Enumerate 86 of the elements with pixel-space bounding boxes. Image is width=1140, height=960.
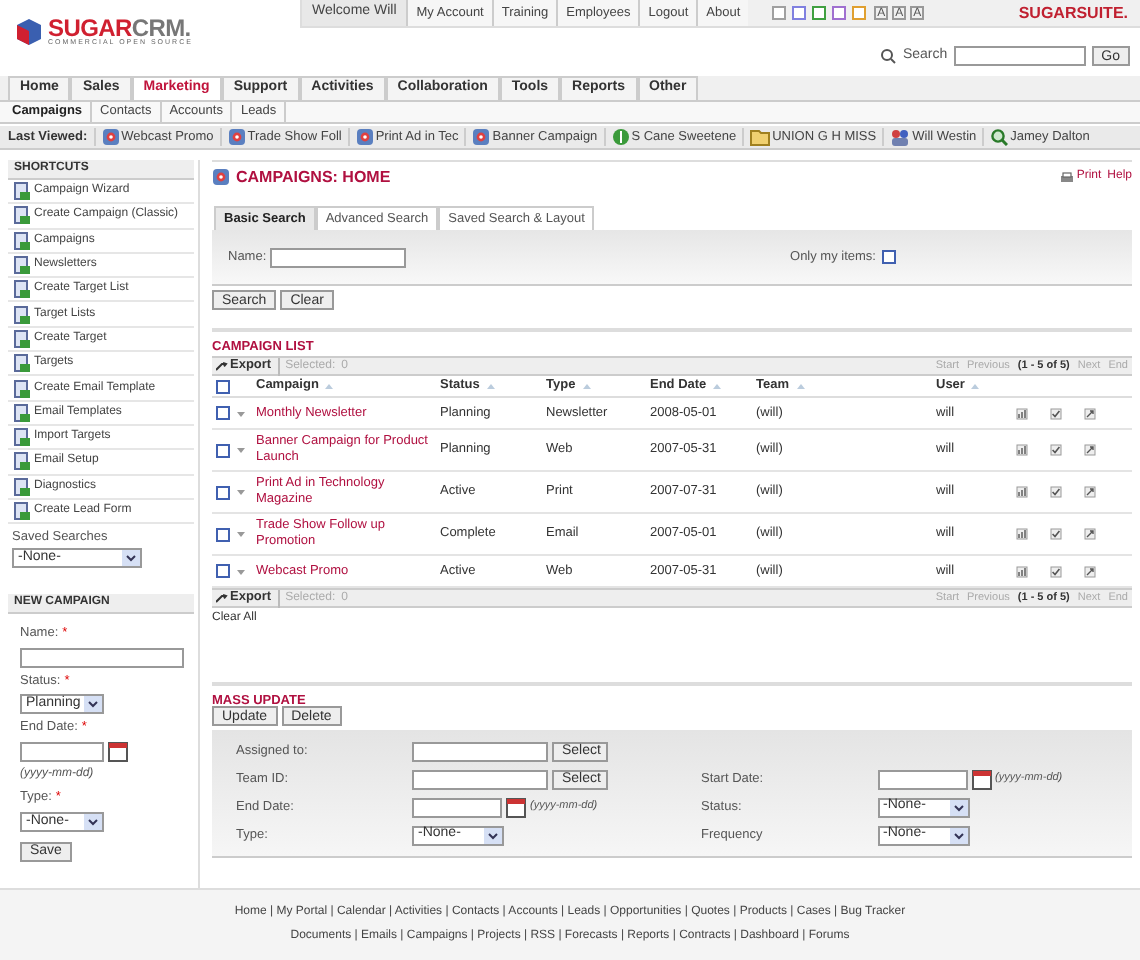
document-icon bbox=[12, 354, 30, 373]
checkbox[interactable] bbox=[216, 379, 230, 393]
theme-swatch[interactable] bbox=[852, 6, 867, 20]
brand-text: SUGARSUITE. bbox=[1018, 1, 1130, 25]
name-search-field[interactable] bbox=[270, 247, 407, 267]
document-icon bbox=[12, 329, 30, 348]
dropdown-arrow-icon bbox=[949, 799, 968, 815]
calendar-icon[interactable] bbox=[108, 742, 128, 763]
chart-icon[interactable] bbox=[1016, 407, 1028, 419]
checkbox[interactable] bbox=[216, 443, 230, 457]
external-arrow-icon[interactable] bbox=[1084, 407, 1096, 419]
document-icon bbox=[12, 403, 30, 422]
theme-swatch[interactable] bbox=[832, 6, 847, 20]
external-arrow-icon[interactable] bbox=[1084, 486, 1096, 498]
sort-icon bbox=[581, 382, 592, 390]
page-title: CAMPAIGNS: HOME bbox=[236, 165, 391, 189]
checkbox[interactable] bbox=[216, 406, 230, 420]
target-icon bbox=[212, 168, 230, 186]
folder-icon bbox=[750, 128, 771, 146]
caret-icon[interactable] bbox=[236, 446, 246, 454]
lookup-field[interactable] bbox=[412, 769, 548, 789]
arrow-icon bbox=[216, 593, 228, 603]
logo-text: SUGARCRM. bbox=[48, 16, 193, 40]
checkbox[interactable] bbox=[216, 564, 230, 578]
sort-icon bbox=[795, 382, 805, 390]
target-icon bbox=[101, 128, 120, 146]
cube-icon bbox=[16, 17, 42, 46]
caret-icon[interactable] bbox=[236, 530, 246, 538]
document-icon bbox=[12, 256, 30, 275]
theme-swatch[interactable] bbox=[772, 6, 787, 20]
end-date-field[interactable] bbox=[20, 742, 104, 763]
sort-icon bbox=[712, 382, 723, 390]
document-icon bbox=[12, 428, 30, 447]
lookup-field[interactable] bbox=[412, 741, 548, 761]
target-icon bbox=[227, 128, 246, 146]
external-arrow-icon[interactable] bbox=[1084, 444, 1096, 456]
check-icon[interactable] bbox=[1050, 528, 1062, 540]
document-icon bbox=[12, 452, 30, 471]
calendar-icon[interactable] bbox=[506, 797, 526, 817]
chart-icon[interactable] bbox=[1016, 486, 1028, 498]
search-icon bbox=[880, 48, 897, 65]
document-icon bbox=[12, 305, 30, 324]
document-icon bbox=[12, 231, 30, 250]
sort-icon bbox=[970, 382, 981, 390]
theme-swatch[interactable] bbox=[792, 6, 807, 20]
target-icon bbox=[472, 128, 491, 146]
dropdown-arrow-icon bbox=[122, 549, 140, 566]
target-icon bbox=[355, 128, 374, 146]
checkbox[interactable] bbox=[216, 527, 230, 541]
magnifier-icon bbox=[990, 128, 1009, 146]
checkbox[interactable] bbox=[882, 250, 896, 264]
chart-icon[interactable] bbox=[1016, 565, 1028, 577]
arrow-icon bbox=[216, 361, 228, 371]
document-icon bbox=[12, 379, 30, 398]
caret-icon[interactable] bbox=[236, 567, 246, 575]
document-icon bbox=[12, 206, 30, 225]
document-icon bbox=[12, 477, 30, 496]
caret-icon[interactable] bbox=[236, 488, 246, 496]
document-icon bbox=[12, 182, 30, 201]
name-field[interactable] bbox=[20, 647, 184, 668]
chart-icon[interactable] bbox=[1016, 444, 1028, 456]
check-icon[interactable] bbox=[1050, 444, 1062, 456]
dropdown-arrow-icon bbox=[949, 827, 968, 843]
theme-swatch[interactable] bbox=[812, 6, 827, 20]
printer-icon bbox=[1060, 171, 1075, 183]
caret-icon[interactable] bbox=[236, 409, 246, 417]
dropdown-arrow-icon bbox=[484, 827, 502, 843]
people-icon bbox=[890, 128, 911, 146]
chart-icon[interactable] bbox=[1016, 528, 1028, 540]
document-icon bbox=[12, 280, 30, 299]
date-field[interactable] bbox=[877, 769, 968, 789]
checkbox[interactable] bbox=[216, 485, 230, 499]
check-icon[interactable] bbox=[1050, 565, 1062, 577]
document-icon bbox=[12, 502, 30, 520]
external-arrow-icon[interactable] bbox=[1084, 528, 1096, 540]
search-field[interactable] bbox=[953, 46, 1086, 67]
check-icon[interactable] bbox=[1050, 407, 1062, 419]
dropdown-arrow-icon bbox=[84, 813, 102, 830]
external-arrow-icon[interactable] bbox=[1084, 565, 1096, 577]
date-field[interactable] bbox=[412, 797, 502, 817]
coin-icon bbox=[611, 128, 630, 146]
sort-icon bbox=[485, 382, 496, 390]
calendar-icon[interactable] bbox=[971, 769, 992, 789]
check-icon[interactable] bbox=[1050, 486, 1062, 498]
sort-icon bbox=[324, 382, 335, 390]
dropdown-arrow-icon bbox=[84, 696, 102, 713]
